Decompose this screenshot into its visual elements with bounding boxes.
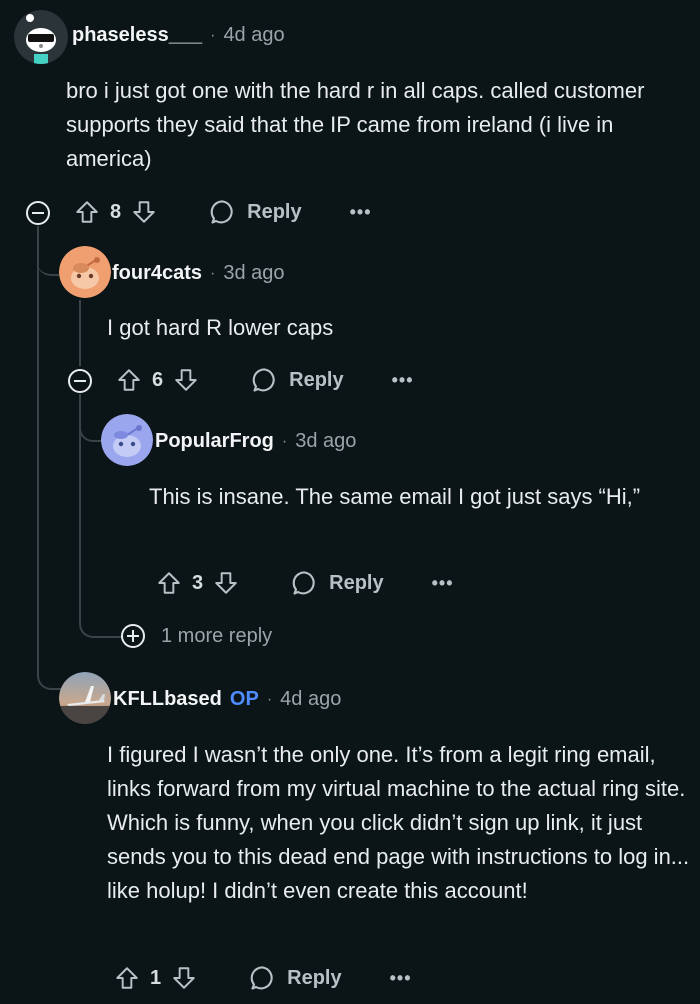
username[interactable]: PopularFrog bbox=[155, 430, 274, 453]
thread-line-root bbox=[37, 226, 39, 656]
more-options-button[interactable]: ••• bbox=[392, 370, 414, 391]
comment-header-phaseless: phaseless___ · 4d ago bbox=[72, 24, 285, 47]
snoo-avatar-icon bbox=[14, 10, 68, 64]
snoo-avatar-icon bbox=[59, 246, 111, 298]
reply-label: Reply bbox=[289, 368, 344, 391]
collapse-button[interactable] bbox=[68, 369, 92, 393]
downvote-icon[interactable] bbox=[213, 570, 239, 596]
comment-bubble-icon bbox=[250, 966, 273, 990]
vote-count: 3 bbox=[192, 571, 204, 594]
thread-curve-four4cats bbox=[37, 222, 59, 276]
upvote-icon[interactable] bbox=[114, 965, 140, 991]
comment-body-phaseless: bro i just got one with the hard r in al… bbox=[66, 78, 645, 171]
more-options-button[interactable]: ••• bbox=[432, 573, 454, 594]
avatar-phaseless[interactable] bbox=[14, 10, 68, 64]
vote-count: 1 bbox=[150, 966, 162, 989]
downvote-icon[interactable] bbox=[171, 965, 197, 991]
reply-button[interactable]: Reply bbox=[249, 964, 342, 992]
more-options-button[interactable]: ••• bbox=[390, 968, 412, 989]
thread-line-four4cats bbox=[79, 300, 81, 366]
upvote-icon[interactable] bbox=[156, 570, 182, 596]
comment-header-four4cats: four4cats · 3d ago bbox=[112, 262, 285, 285]
reply-label: Reply bbox=[247, 200, 302, 223]
thread-curve-kfll bbox=[37, 640, 61, 690]
more-replies-link[interactable]: 1 more reply bbox=[121, 624, 272, 648]
snoo-avatar-icon bbox=[101, 414, 153, 466]
comment-bubble-icon bbox=[252, 368, 275, 392]
comment-body-kfllbased: I figured I wasn’t the only one. It’s fr… bbox=[107, 742, 690, 903]
reply-button[interactable]: Reply bbox=[209, 198, 302, 226]
comment-actions-kfllbased: 1 Reply ••• bbox=[114, 962, 412, 994]
vote-count: 8 bbox=[110, 200, 122, 223]
comment-actions-phaseless: 8 Reply ••• bbox=[74, 196, 372, 228]
vote-group: 6 bbox=[116, 367, 199, 393]
comment-bubble-icon bbox=[210, 200, 233, 224]
timestamp: 3d ago bbox=[295, 430, 357, 452]
collapse-button[interactable] bbox=[26, 201, 50, 225]
downvote-icon[interactable] bbox=[173, 367, 199, 393]
downvote-icon[interactable] bbox=[131, 199, 157, 225]
comment-body-four4cats: I got hard R lower caps bbox=[107, 315, 334, 340]
username[interactable]: KFLLbased bbox=[113, 688, 222, 711]
reply-button[interactable]: Reply bbox=[251, 366, 344, 394]
timestamp: 4d ago bbox=[280, 688, 342, 710]
airplane-photo-avatar-icon bbox=[59, 672, 111, 724]
comment-actions-four4cats: 6 Reply ••• bbox=[116, 364, 414, 396]
avatar-popularfrog[interactable] bbox=[101, 414, 153, 466]
timestamp: 3d ago bbox=[223, 262, 285, 284]
vote-group: 1 bbox=[114, 965, 197, 991]
vote-group: 3 bbox=[156, 570, 239, 596]
timestamp: 4d ago bbox=[223, 24, 285, 46]
separator-dot: · bbox=[281, 432, 288, 450]
reply-label: Reply bbox=[287, 966, 342, 989]
avatar-kfllbased[interactable] bbox=[59, 672, 111, 724]
upvote-icon[interactable] bbox=[116, 367, 142, 393]
separator-dot: · bbox=[266, 690, 273, 708]
reply-label: Reply bbox=[329, 571, 384, 594]
vote-group: 8 bbox=[74, 199, 157, 225]
op-badge: OP bbox=[229, 688, 259, 710]
reply-button[interactable]: Reply bbox=[291, 569, 384, 597]
more-options-button[interactable]: ••• bbox=[350, 202, 372, 223]
avatar-four4cats[interactable] bbox=[59, 246, 111, 298]
separator-dot: · bbox=[210, 264, 216, 282]
vote-count: 6 bbox=[152, 368, 164, 391]
comment-bubble-icon bbox=[292, 571, 315, 595]
upvote-icon[interactable] bbox=[74, 199, 100, 225]
comment-header-popularfrog: PopularFrog · 3d ago bbox=[155, 430, 356, 453]
comment-actions-popularfrog: 3 Reply ••• bbox=[156, 567, 454, 599]
comment-body-popularfrog: This is insane. The same email I got jus… bbox=[149, 484, 641, 509]
separator-dot: · bbox=[210, 26, 216, 44]
expand-plus-icon bbox=[121, 624, 145, 648]
username[interactable]: phaseless___ bbox=[72, 24, 202, 47]
username[interactable]: four4cats bbox=[112, 262, 202, 285]
comment-header-kfllbased: KFLLbased OP · 4d ago bbox=[113, 688, 341, 711]
more-replies-label: 1 more reply bbox=[161, 624, 273, 647]
